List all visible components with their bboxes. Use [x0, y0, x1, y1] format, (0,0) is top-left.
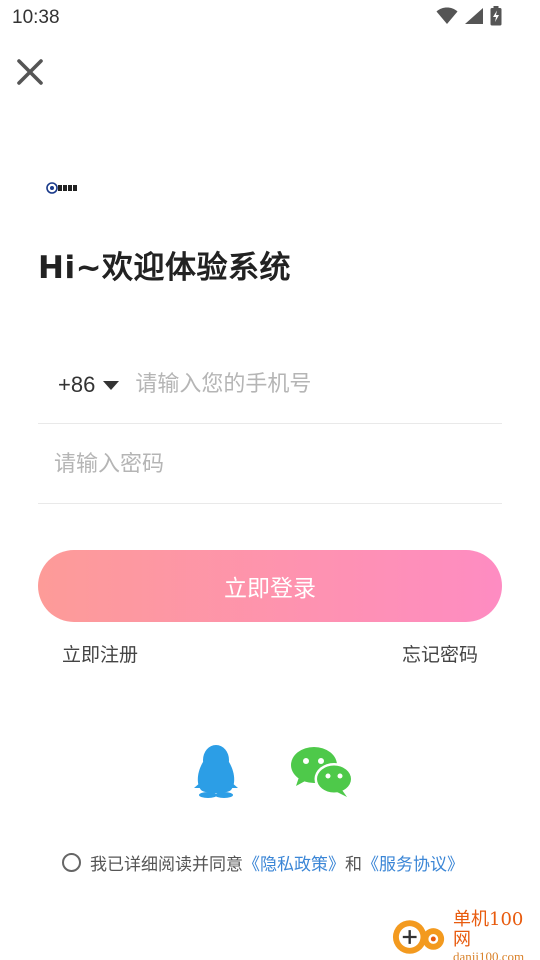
watermark: 单机100网 danji100.com [390, 910, 540, 960]
watermark-url: danji100.com [453, 948, 525, 960]
signal-icon [465, 8, 483, 24]
forgot-password-link[interactable]: 忘记密码 [402, 640, 478, 667]
privacy-policy-link[interactable]: 《隐私政策》 [243, 850, 345, 875]
service-agreement-link[interactable]: 《服务协议》 [362, 850, 464, 875]
login-button[interactable]: 立即登录 [38, 550, 502, 622]
agreement-and: 和 [345, 855, 362, 875]
qq-icon[interactable] [193, 744, 239, 798]
agree-checkbox[interactable] [62, 853, 81, 872]
phone-input[interactable] [135, 372, 456, 397]
status-bar: 10:38 [0, 0, 540, 36]
close-button[interactable] [12, 54, 48, 90]
watermark-text: 单机100网 danji100.com [453, 910, 540, 960]
welcome-title: Hi~欢迎体验系统 [38, 250, 292, 286]
register-link[interactable]: 立即注册 [62, 640, 138, 667]
country-code-selector[interactable]: +86 [38, 371, 120, 398]
watermark-title: 单机100网 [453, 909, 524, 950]
password-row [38, 426, 502, 504]
battery-charging-icon [490, 6, 502, 26]
agreement-row: 我已详细阅读并同意 《隐私政策》 和 《服务协议》 [62, 850, 464, 875]
status-icons [436, 6, 502, 26]
country-code-label: +86 [58, 371, 96, 397]
wechat-icon[interactable] [290, 746, 354, 798]
wifi-icon [436, 7, 458, 24]
close-icon [17, 59, 43, 85]
phone-row: +86 [38, 346, 502, 424]
agreement-prefix: 我已详细阅读并同意 [90, 855, 243, 875]
status-time: 10:38 [12, 7, 60, 28]
watermark-logo-icon [392, 920, 445, 954]
caret-down-icon [103, 380, 120, 390]
app-logo [46, 182, 77, 194]
password-input[interactable] [54, 452, 474, 477]
